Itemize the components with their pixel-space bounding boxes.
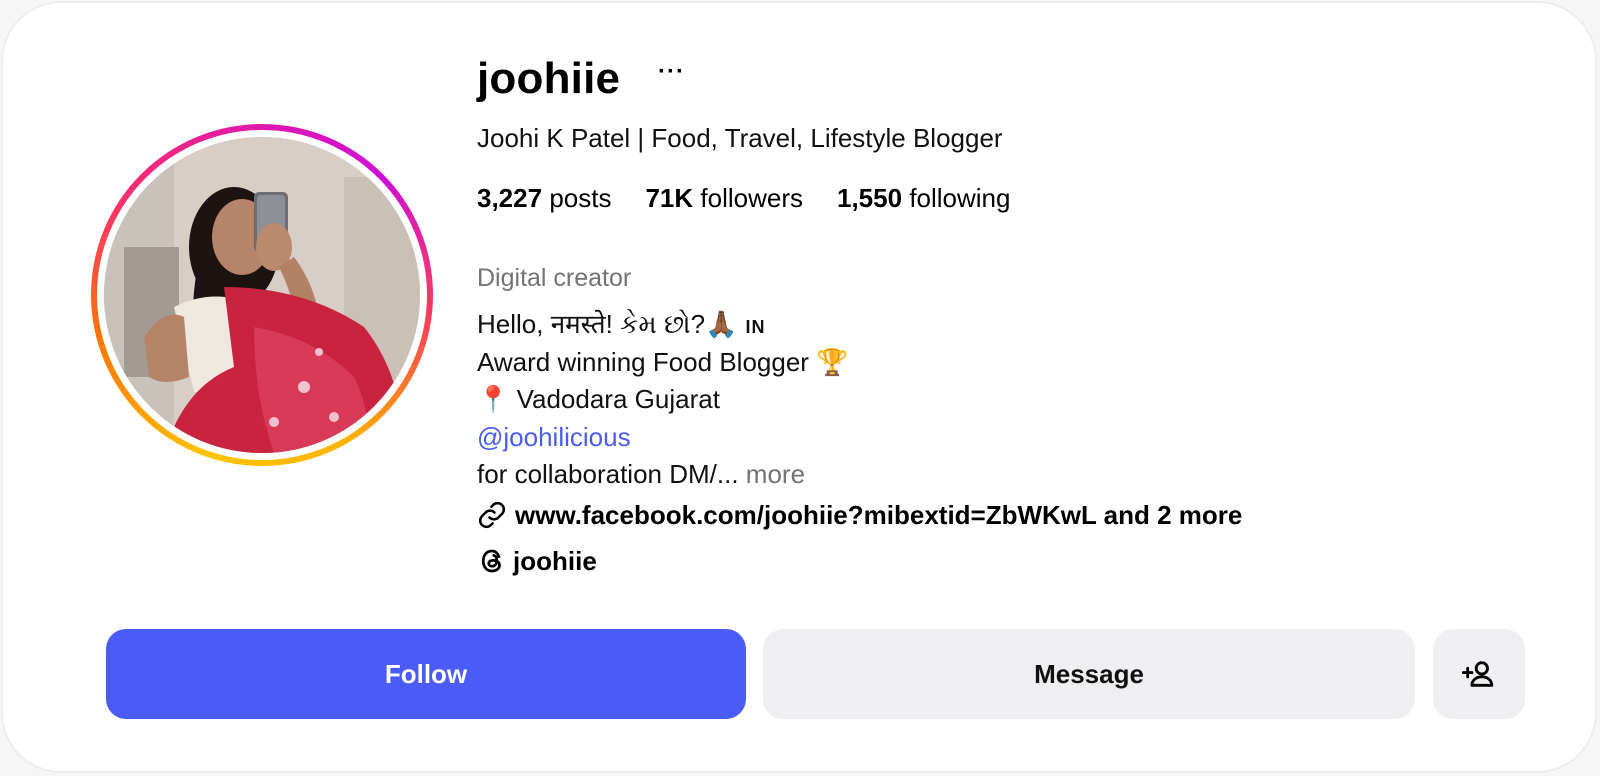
followers-count-label: followers [700, 183, 803, 213]
following-count[interactable]: 1,550 following [837, 181, 1010, 215]
message-button[interactable]: Message [763, 629, 1415, 719]
following-count-value: 1,550 [837, 183, 903, 213]
followers-count[interactable]: 71K followers [645, 181, 803, 215]
link-icon [477, 500, 507, 530]
bio-collab-text: for collaboration DM/... [477, 459, 739, 489]
bio-line-award: Award winning Food Blogger 🏆 [477, 346, 849, 377]
external-link-text: www.facebook.com/joohiie?mibextid=ZbWKwL… [515, 500, 1243, 530]
message-button-label: Message [1034, 658, 1144, 689]
profile-username: joohiie [477, 54, 621, 103]
more-options-icon[interactable]: ··· [658, 59, 685, 85]
bio-line-location: 📍 Vadodara Gujarat [477, 384, 720, 414]
posts-count-value: 3,227 [477, 183, 543, 213]
add-person-icon [1462, 657, 1496, 691]
bio-mention-link[interactable]: @joohilicious [477, 422, 631, 452]
profile-avatar-ring[interactable] [91, 124, 433, 466]
followers-count-value: 71K [645, 183, 694, 213]
india-flag-icon: IN [745, 317, 766, 337]
bio-greeting-text: Hello, नमस्ते! કેમ છો?🙏🏾 [477, 309, 738, 339]
bio-line-collab: for collaboration DM/... more [477, 456, 849, 494]
posts-count[interactable]: 3,227 posts [477, 181, 611, 215]
profile-card: joohiie ··· Joohi K Patel | Food, Travel… [1, 1, 1597, 773]
posts-count-label: posts [549, 183, 612, 213]
profile-avatar[interactable] [104, 137, 420, 453]
threads-link[interactable]: joohiie [477, 543, 597, 579]
follow-button-label: Follow [384, 658, 468, 689]
suggested-accounts-button[interactable] [1433, 629, 1525, 719]
bio-line-greeting: Hello, नमस्ते! કેમ છો?🙏🏾 IN [477, 306, 849, 344]
bio-more-link[interactable]: more [746, 459, 805, 489]
follow-button[interactable]: Follow [106, 629, 746, 719]
profile-stats: 3,227 posts 71K followers 1,550 followin… [477, 181, 1010, 215]
avatar-image [104, 137, 420, 453]
threads-icon [477, 546, 507, 576]
threads-handle: joohiie [513, 546, 597, 576]
profile-full-name: Joohi K Patel | Food, Travel, Lifestyle … [477, 123, 1003, 153]
external-link[interactable]: www.facebook.com/joohiie?mibextid=ZbWKwL… [477, 497, 1242, 533]
following-count-label: following [909, 183, 1011, 213]
profile-category: Digital creator [477, 264, 632, 292]
profile-bio: Hello, नमस्ते! કેમ છો?🙏🏾 IN Award winning… [477, 306, 849, 494]
